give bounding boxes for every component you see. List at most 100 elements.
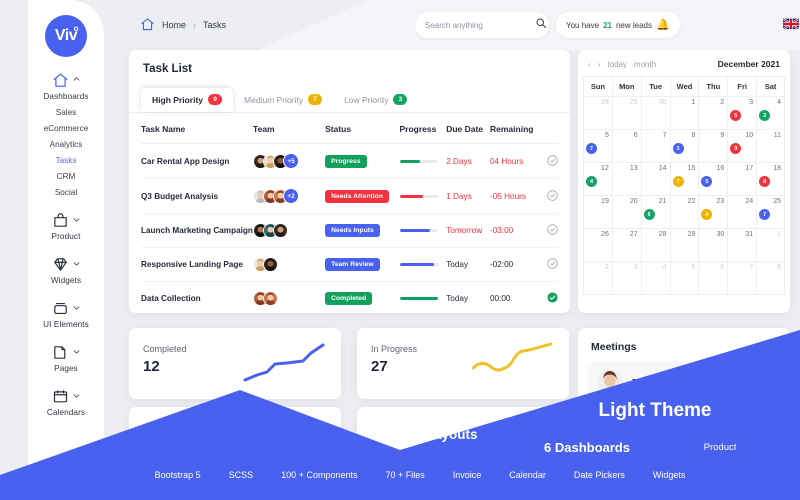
calendar-day-cell[interactable]: 7 [727, 262, 757, 295]
sidebar-item-analytics[interactable]: Analytics [50, 140, 83, 149]
complete-toggle[interactable] [537, 178, 558, 214]
calendar-day-cell[interactable]: 28 [640, 229, 670, 262]
calendar-day-cell[interactable]: 9 [698, 130, 728, 163]
complete-toggle[interactable] [537, 143, 558, 179]
calendar-next-button[interactable]: › [598, 60, 601, 69]
calendar-day-cell[interactable]: 5 [669, 262, 699, 295]
calendar-day-cell[interactable]: 4 [640, 262, 670, 295]
breadcrumb-home[interactable]: Home [162, 20, 186, 30]
calendar-event-badge[interactable]: 3 [759, 110, 771, 121]
calendar-day-cell[interactable]: 7 [640, 130, 670, 163]
chevron-up-icon[interactable] [72, 71, 81, 89]
calendar-day-cell[interactable]: 29 [669, 229, 699, 262]
calendar-event-badge[interactable]: 3 [672, 143, 684, 154]
sidebar-item-pages[interactable]: Pages [28, 343, 104, 373]
calendar-day-cell[interactable]: 31 [727, 229, 757, 262]
sidebar-item-tasks[interactable]: Tasks [56, 156, 77, 165]
chevron-down-icon[interactable] [72, 255, 81, 273]
calendar-event-badge[interactable]: 7 [586, 143, 597, 154]
calendar-day-cell[interactable]: 15 7 [669, 163, 699, 196]
calendar-day-cell[interactable]: 19 [583, 196, 612, 229]
search-box[interactable] [415, 12, 549, 38]
calendar-day-cell[interactable]: 43 [756, 97, 785, 130]
calendar-event-badge[interactable]: 8 [759, 176, 771, 187]
calendar-day-cell[interactable]: 16 5 [698, 163, 728, 196]
calendar-day-cell[interactable]: 27 [611, 229, 641, 262]
table-row[interactable]: Car Rental App Design +5 Progress 2 Days 04 … [141, 143, 558, 179]
calendar-event-badge[interactable]: 6 [643, 209, 655, 220]
table-row[interactable]: Launch Marketing Campaign Needs Inputs Tom… [141, 213, 558, 248]
calendar-day-cell[interactable]: 6 [698, 262, 728, 295]
calendar-event-badge[interactable]: 7 [759, 209, 771, 220]
calendar-day-cell[interactable]: 18 8 [756, 163, 785, 196]
sidebar-item-ui-elements[interactable]: UI Elements [28, 299, 104, 329]
calendar-day-cell[interactable]: 21 6 [640, 196, 670, 229]
list-item[interactable]: Daily Stat [588, 361, 780, 403]
calendar-day-cell[interactable]: 30 [640, 97, 670, 130]
calendar-prev-button[interactable]: ‹ [588, 60, 591, 69]
calendar-day-cell[interactable]: 22 [669, 196, 699, 229]
sidebar-item-ecommerce[interactable]: eCommerce [44, 124, 89, 133]
complete-toggle[interactable] [537, 282, 558, 316]
avatar-overflow-count[interactable]: +2 [283, 188, 300, 204]
check-circle-icon[interactable] [547, 258, 558, 269]
calendar-day-cell[interactable]: 83 [669, 130, 699, 163]
calendar-day-cell[interactable]: 11 [756, 130, 785, 163]
check-circle-icon[interactable] [547, 154, 558, 166]
calendar-day-cell[interactable]: 23 4 [698, 196, 728, 229]
tab-low-priority[interactable]: Low Priority 3 [333, 88, 418, 112]
check-circle-filled-icon[interactable] [547, 292, 558, 303]
calendar-day-cell[interactable]: 10 9 [727, 130, 757, 163]
calendar-day-cell[interactable]: 13 [611, 163, 641, 196]
sidebar-item-widgets[interactable]: Widgets [28, 255, 104, 285]
calendar-event-badge[interactable]: 5 [701, 176, 713, 187]
chevron-down-icon[interactable] [72, 343, 81, 361]
complete-toggle[interactable] [537, 213, 558, 248]
table-row[interactable]: Responsive Landing Page Team Review Today -… [141, 247, 558, 282]
sidebar-item-product[interactable]: Product [28, 211, 104, 241]
calendar-day-cell[interactable]: 1 [756, 229, 785, 262]
calendar-today-button[interactable]: today [607, 60, 627, 69]
table-row[interactable]: Q3 Budget Analysis +2 Needs Attention 1 Day… [141, 178, 558, 214]
calendar-day-cell[interactable]: 57 [583, 130, 612, 163]
tab-medium-priority[interactable]: Medium Priority 7 [233, 88, 333, 112]
calendar-day-cell[interactable]: 14 [640, 163, 670, 196]
stat-card-pending[interactable]: Pending [129, 407, 341, 478]
check-circle-icon[interactable] [547, 224, 558, 235]
sidebar-item-social[interactable]: Social [55, 188, 77, 197]
calendar-day-cell[interactable]: 2 [698, 97, 728, 130]
calendar-day-cell[interactable]: 35 [727, 97, 757, 130]
chevron-down-icon[interactable] [72, 299, 81, 317]
uk-flag-icon[interactable] [783, 17, 799, 29]
calendar-day-cell[interactable]: 12 4 [583, 163, 612, 196]
avatar-overflow-count[interactable]: +5 [283, 153, 300, 169]
search-icon[interactable] [535, 16, 547, 34]
calendar-event-badge[interactable]: 4 [586, 176, 597, 187]
calendar-day-cell[interactable]: 20 [611, 196, 641, 229]
calendar-day-cell[interactable]: 29 [611, 97, 641, 130]
calendar-event-badge[interactable]: 9 [730, 143, 742, 154]
table-row[interactable]: Data Collection Completed Today 00:00 [141, 282, 558, 316]
sidebar-item-crm[interactable]: CRM [57, 172, 76, 181]
chevron-down-icon[interactable] [72, 211, 81, 229]
tab-high-priority[interactable]: High Priority 9 [141, 88, 234, 112]
calendar-day-cell[interactable]: 30 [698, 229, 728, 262]
sidebar-item-dashboards[interactable]: Dashboards [28, 71, 104, 101]
calendar-day-cell[interactable]: 24 [727, 196, 757, 229]
sidebar-item-calendars[interactable]: Calendars [28, 387, 104, 417]
calendar-event-badge[interactable]: 4 [701, 209, 713, 220]
sidebar-item-sales[interactable]: Sales [56, 108, 76, 117]
calendar-day-cell[interactable]: 3 [611, 262, 641, 295]
complete-toggle[interactable] [537, 247, 558, 282]
stat-card-completed[interactable]: Completed 12 [129, 328, 341, 399]
logo[interactable]: Vi v o [28, 15, 104, 57]
check-circle-icon[interactable] [547, 189, 558, 201]
search-input[interactable] [425, 20, 535, 30]
calendar-day-cell[interactable]: 25 7 [756, 196, 785, 229]
stat-card-in-progress[interactable]: In Progress 27 [357, 328, 569, 399]
calendar-day-cell[interactable]: 26 [583, 229, 612, 262]
calendar-event-badge[interactable]: 7 [672, 176, 684, 187]
calendar-day-cell[interactable]: 6 [611, 130, 641, 163]
chevron-down-icon[interactable] [72, 387, 81, 405]
leads-notification[interactable]: You have 21 new leads 🔔 [556, 12, 680, 38]
